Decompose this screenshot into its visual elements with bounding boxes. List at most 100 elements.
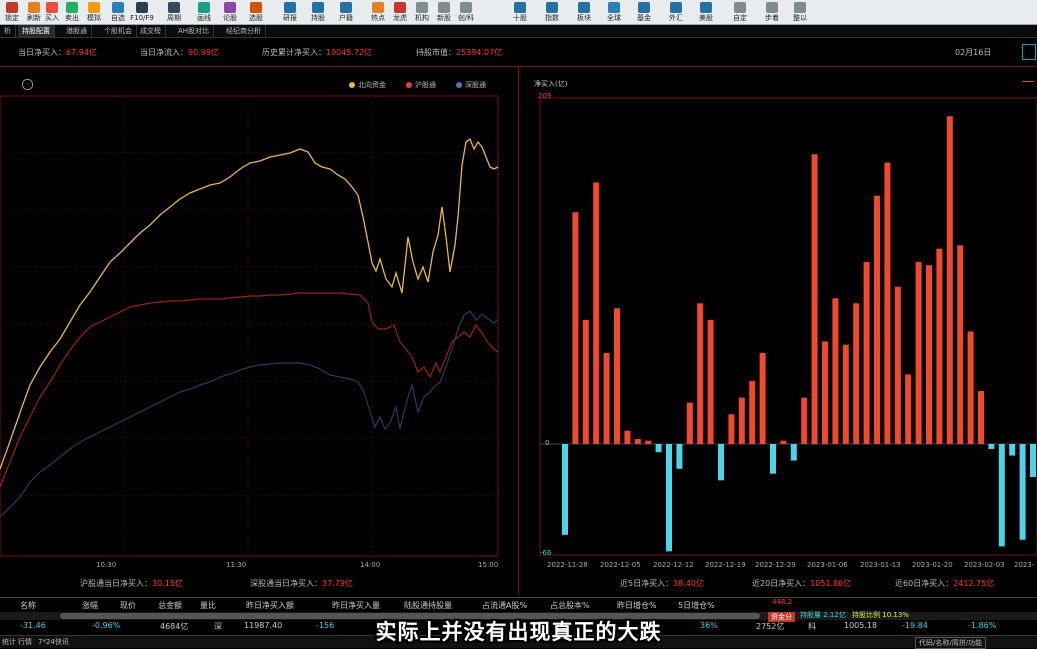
- tab-1[interactable]: 持股配置: [18, 25, 55, 37]
- toolbar-label: 十股: [513, 14, 527, 22]
- toolbar-button-17[interactable]: 新股: [432, 1, 456, 23]
- bar[interactable]: [946, 116, 953, 445]
- toolbar-button-10[interactable]: 选股: [244, 1, 268, 23]
- toolbar-button-4[interactable]: 模拟: [82, 1, 106, 23]
- bar[interactable]: [666, 444, 672, 552]
- toolbar-icon: [546, 2, 558, 13]
- toolbar-button-25[interactable]: 美股: [694, 1, 718, 23]
- bar[interactable]: [853, 303, 860, 444]
- toolbar-button-22[interactable]: 全球: [602, 1, 626, 23]
- bar[interactable]: [998, 444, 1005, 547]
- bar[interactable]: [1009, 444, 1016, 456]
- toolbar-button-11[interactable]: 研报: [278, 1, 302, 23]
- tab-3[interactable]: 个股机会: [100, 25, 137, 37]
- column-header[interactable]: 名称: [20, 600, 36, 611]
- toolbar-button-20[interactable]: 指数: [540, 1, 564, 23]
- bar[interactable]: [562, 444, 568, 535]
- column-header[interactable]: 5日增仓%: [678, 600, 715, 611]
- bar[interactable]: [634, 439, 641, 444]
- tab-4[interactable]: 成交榜: [136, 25, 166, 37]
- column-header[interactable]: 占流通A股%: [482, 600, 527, 611]
- bar[interactable]: [624, 430, 631, 444]
- intraday-flow-panel: 北向资金 沪股通 深股通 10:30 11:30 14:00 15:00 沪股通…: [0, 67, 518, 595]
- column-header[interactable]: 现价: [120, 600, 136, 611]
- bar[interactable]: [603, 352, 610, 444]
- bar[interactable]: [749, 381, 756, 444]
- column-header[interactable]: 总金额: [158, 600, 182, 611]
- bar[interactable]: [884, 162, 891, 445]
- bar[interactable]: [988, 444, 995, 449]
- toolbar-button-21[interactable]: 板块: [572, 1, 596, 23]
- bar[interactable]: [936, 248, 943, 444]
- bar[interactable]: [905, 374, 912, 444]
- column-header[interactable]: 量比: [200, 600, 216, 611]
- toolbar-button-18[interactable]: 创/科: [454, 1, 478, 23]
- toolbar-button-14[interactable]: 热点: [366, 1, 390, 23]
- toolbar-button-13[interactable]: 户籍: [334, 1, 358, 23]
- column-header[interactable]: 占总股本%: [550, 600, 590, 611]
- toolbar-button-16[interactable]: 机构: [410, 1, 434, 23]
- bar[interactable]: [697, 303, 704, 444]
- toolbar-button-9[interactable]: 论股: [218, 1, 242, 23]
- bar[interactable]: [686, 402, 693, 444]
- bar[interactable]: [728, 414, 735, 444]
- tab-5[interactable]: AH股对比: [174, 25, 215, 37]
- toolbar-button-24[interactable]: 外汇: [664, 1, 688, 23]
- bar[interactable]: [842, 344, 849, 444]
- toolbar-button-7[interactable]: 周期: [162, 1, 186, 23]
- bar[interactable]: [645, 440, 652, 444]
- tab-0[interactable]: 析: [0, 25, 16, 37]
- intraday-line-chart: [0, 95, 499, 557]
- column-header[interactable]: 涨幅: [82, 600, 98, 611]
- toolbar-button-0[interactable]: 锁定: [0, 1, 24, 23]
- bar[interactable]: [894, 286, 901, 444]
- toolbar-button-28[interactable]: 整以: [788, 1, 812, 23]
- bar[interactable]: [614, 308, 620, 444]
- bar[interactable]: [572, 212, 579, 444]
- bar[interactable]: [874, 195, 880, 444]
- column-header[interactable]: 陆股通持股量: [404, 600, 452, 611]
- bar[interactable]: [957, 245, 964, 444]
- bar[interactable]: [780, 440, 787, 444]
- toolbar-button-5[interactable]: 自选: [106, 1, 130, 23]
- bar[interactable]: [790, 444, 797, 461]
- toolbar-button-23[interactable]: 基金: [632, 1, 656, 23]
- bar[interactable]: [582, 319, 589, 444]
- bar[interactable]: [707, 319, 714, 444]
- column-header[interactable]: 昨日净买入额: [246, 600, 294, 611]
- bar[interactable]: [926, 265, 932, 444]
- bar[interactable]: [770, 444, 776, 474]
- toolbar-label: 自选: [111, 14, 125, 22]
- bar[interactable]: [822, 341, 828, 444]
- bar[interactable]: [811, 154, 818, 444]
- bar[interactable]: [593, 182, 600, 445]
- toolbar-button-3[interactable]: 卖出: [60, 1, 84, 23]
- toolbar-button-26[interactable]: 自定: [728, 1, 752, 23]
- toolbar-button-19[interactable]: 十股: [508, 1, 532, 23]
- column-header[interactable]: 昨日净买入量: [332, 600, 380, 611]
- bar[interactable]: [1030, 444, 1036, 478]
- bar[interactable]: [863, 261, 870, 444]
- bar[interactable]: [915, 261, 922, 444]
- bar[interactable]: [967, 331, 974, 444]
- bar[interactable]: [655, 444, 662, 453]
- toolbar-label: 模拟: [87, 14, 101, 22]
- date-picker-button[interactable]: [1022, 44, 1036, 60]
- tab-2[interactable]: 港股通: [62, 25, 92, 37]
- tab-6[interactable]: 经纪商分析: [222, 25, 266, 37]
- bar[interactable]: [676, 444, 683, 469]
- toolbar-button-15[interactable]: 龙虎: [388, 1, 412, 23]
- bar[interactable]: [1019, 444, 1026, 540]
- bar[interactable]: [832, 298, 839, 444]
- toolbar-button-8[interactable]: 画线: [192, 1, 216, 23]
- bar[interactable]: [738, 397, 745, 444]
- toolbar-label: 研报: [283, 14, 297, 22]
- bar[interactable]: [759, 352, 766, 444]
- toolbar-button-27[interactable]: 步着: [760, 1, 784, 23]
- toolbar-button-12[interactable]: 持股: [306, 1, 330, 23]
- bar[interactable]: [978, 391, 984, 444]
- bar[interactable]: [718, 444, 724, 481]
- bar[interactable]: [801, 397, 808, 444]
- column-header[interactable]: 昨日增仓%: [617, 600, 657, 611]
- toolbar-button-6[interactable]: F10/F9: [130, 1, 154, 23]
